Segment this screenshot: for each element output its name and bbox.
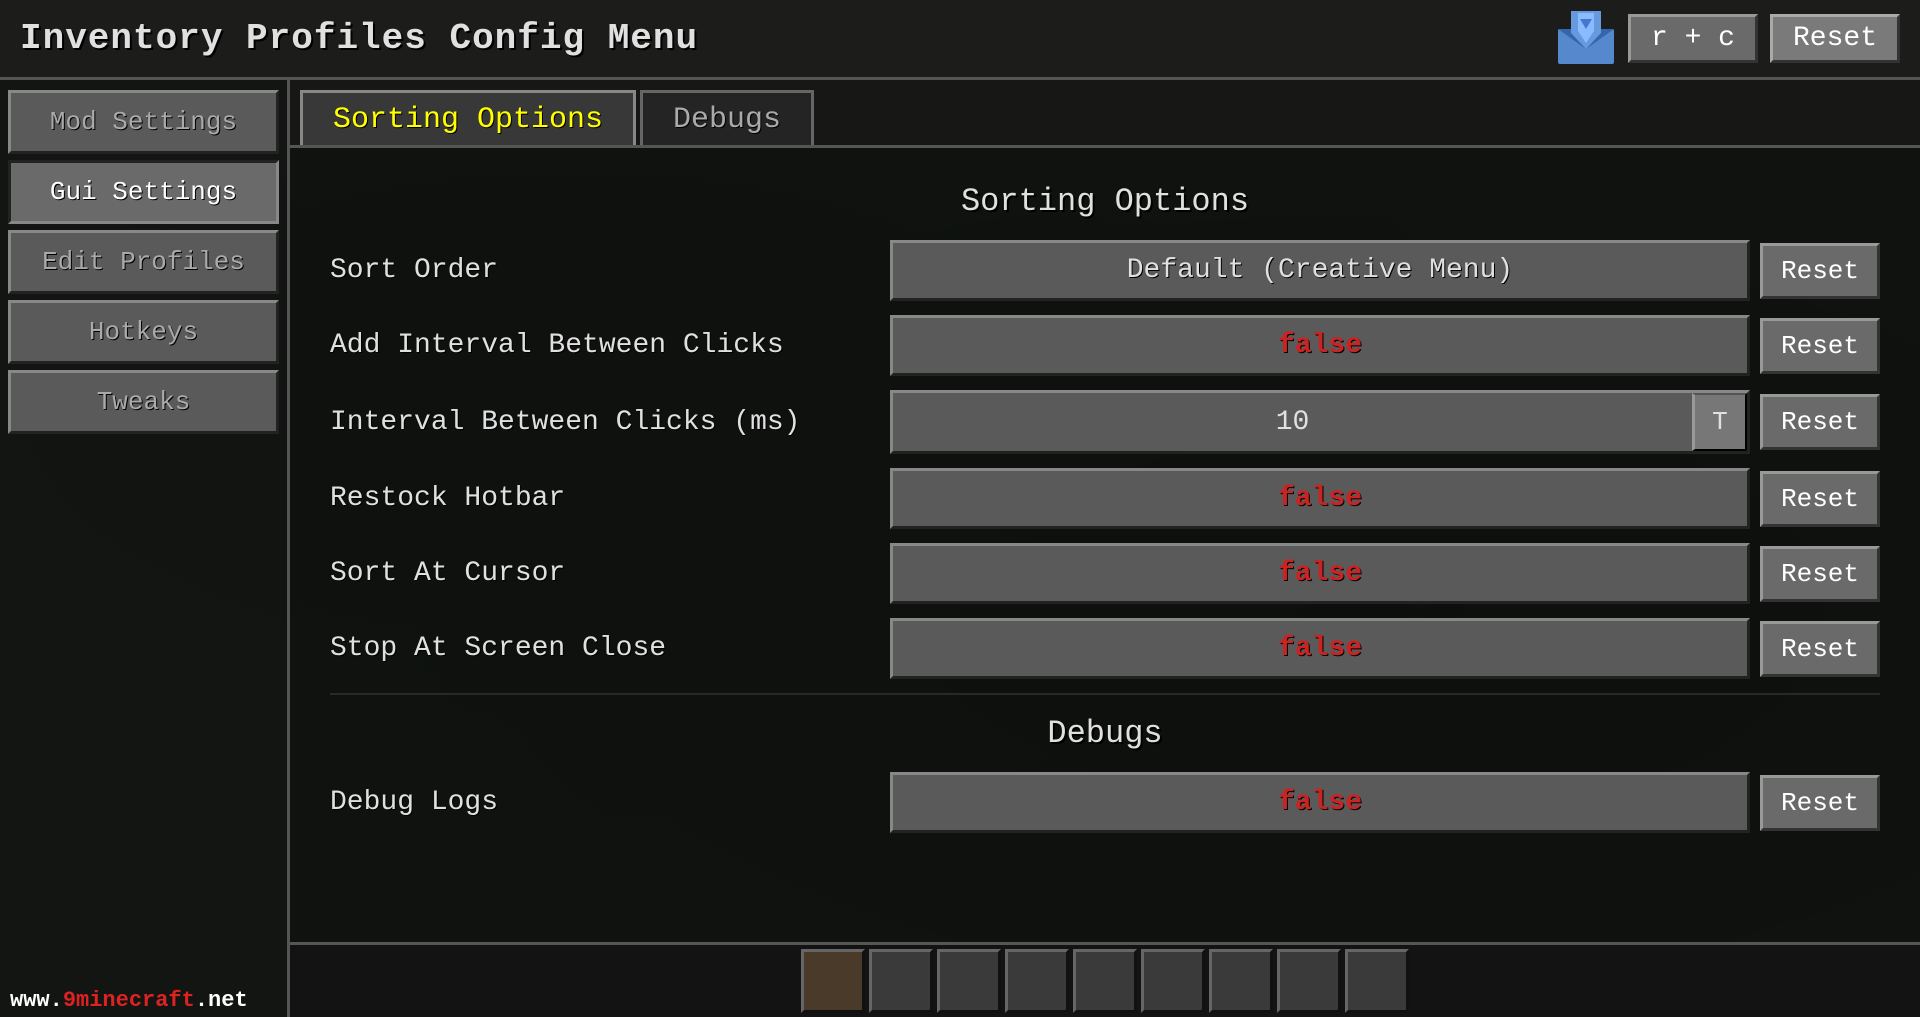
tab-bar: Sorting Options Debugs [290, 80, 1920, 148]
interval-ms-label: Interval Between Clicks (ms) [330, 407, 890, 438]
hotbar-slot-4 [1005, 949, 1069, 1013]
stop-at-screen-close-reset[interactable]: Reset [1760, 621, 1880, 677]
hotbar-slot-5 [1073, 949, 1137, 1013]
hotbar-slot-7 [1209, 949, 1273, 1013]
setting-row-debug-logs: Debug Logs false Reset [330, 772, 1880, 833]
interval-ms-reset[interactable]: Reset [1760, 394, 1880, 450]
setting-row-sort-at-cursor: Sort At Cursor false Reset [330, 543, 1880, 604]
watermark-name: 9minecraft [63, 988, 195, 1013]
sorting-options-title: Sorting Options [330, 183, 1880, 220]
sort-order-reset[interactable]: Reset [1760, 243, 1880, 299]
interval-ms-t-button[interactable]: T [1692, 393, 1747, 451]
stop-at-screen-close-button[interactable]: false [890, 618, 1750, 679]
sidebar: Mod Settings Gui Settings Edit Profiles … [0, 80, 290, 1017]
tab-sorting-options[interactable]: Sorting Options [300, 90, 636, 145]
sort-order-control: Default (Creative Menu) [890, 240, 1750, 301]
restock-hotbar-reset[interactable]: Reset [1760, 471, 1880, 527]
title-bar: Inventory Profiles Config Menu r + c Res… [0, 0, 1920, 80]
settings-panel: Sorting Options Sort Order Default (Crea… [290, 148, 1920, 942]
hotbar-slot-2 [869, 949, 933, 1013]
watermark-www: www. [10, 988, 63, 1013]
sort-order-label: Sort Order [330, 255, 890, 286]
sidebar-item-mod-settings[interactable]: Mod Settings [8, 90, 279, 154]
content-area: Sorting Options Debugs Sorting Options S… [290, 80, 1920, 1017]
watermark-ext: .net [195, 988, 248, 1013]
add-interval-button[interactable]: false [890, 315, 1750, 376]
hotbar [290, 942, 1920, 1017]
section-divider [330, 693, 1880, 695]
sidebar-item-edit-profiles[interactable]: Edit Profiles [8, 230, 279, 294]
setting-row-add-interval: Add Interval Between Clicks false Reset [330, 315, 1880, 376]
hotbar-slot-1 [801, 949, 865, 1013]
add-interval-label: Add Interval Between Clicks [330, 330, 890, 361]
sidebar-item-gui-settings[interactable]: Gui Settings [8, 160, 279, 224]
sort-order-button[interactable]: Default (Creative Menu) [890, 240, 1750, 301]
tab-debugs[interactable]: Debugs [640, 90, 814, 145]
setting-row-sort-order: Sort Order Default (Creative Menu) Reset [330, 240, 1880, 301]
restock-hotbar-button[interactable]: false [890, 468, 1750, 529]
add-interval-reset[interactable]: Reset [1760, 318, 1880, 374]
hotbar-slot-6 [1141, 949, 1205, 1013]
debug-logs-button[interactable]: false [890, 772, 1750, 833]
mail-icon [1556, 11, 1616, 66]
sort-at-cursor-label: Sort At Cursor [330, 558, 890, 589]
hotbar-slot-8 [1277, 949, 1341, 1013]
setting-row-restock-hotbar: Restock Hotbar false Reset [330, 468, 1880, 529]
hotbar-slot-3 [937, 949, 1001, 1013]
app-title: Inventory Profiles Config Menu [20, 18, 698, 59]
add-interval-control: false [890, 315, 1750, 376]
debug-logs-label: Debug Logs [330, 787, 890, 818]
debugs-title: Debugs [330, 715, 1880, 752]
setting-row-interval-ms: Interval Between Clicks (ms) 10 T Reset [330, 390, 1880, 454]
title-right-controls: r + c Reset [1556, 11, 1900, 66]
interval-ms-with-t: 10 T [890, 390, 1750, 454]
sort-at-cursor-button[interactable]: false [890, 543, 1750, 604]
main-area: Mod Settings Gui Settings Edit Profiles … [0, 80, 1920, 1017]
sidebar-item-hotkeys[interactable]: Hotkeys [8, 300, 279, 364]
stop-at-screen-close-label: Stop At Screen Close [330, 633, 890, 664]
debug-logs-control: false [890, 772, 1750, 833]
shortcut-badge: r + c [1628, 14, 1758, 63]
restock-hotbar-label: Restock Hotbar [330, 483, 890, 514]
interval-ms-button[interactable]: 10 [893, 393, 1692, 451]
interval-ms-control: 10 T [890, 390, 1750, 454]
restock-hotbar-control: false [890, 468, 1750, 529]
setting-row-stop-at-screen-close: Stop At Screen Close false Reset [330, 618, 1880, 679]
watermark: www.9minecraft.net [10, 988, 248, 1013]
debug-logs-reset[interactable]: Reset [1760, 775, 1880, 831]
title-reset-button[interactable]: Reset [1770, 14, 1900, 63]
sort-at-cursor-control: false [890, 543, 1750, 604]
sidebar-item-tweaks[interactable]: Tweaks [8, 370, 279, 434]
stop-at-screen-close-control: false [890, 618, 1750, 679]
sort-at-cursor-reset[interactable]: Reset [1760, 546, 1880, 602]
hotbar-slot-9 [1345, 949, 1409, 1013]
